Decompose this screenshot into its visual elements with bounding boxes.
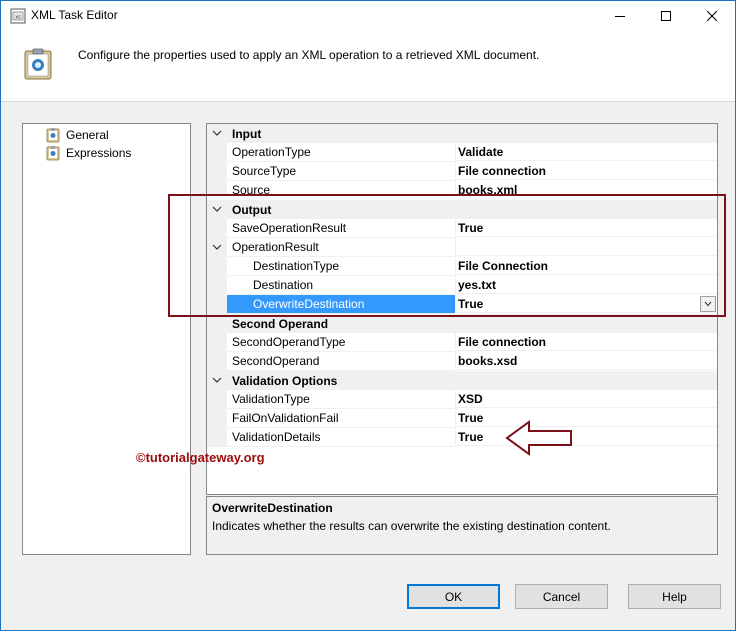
help-button[interactable]: Help xyxy=(628,584,721,609)
property-row-operation-type[interactable]: OperationType Validate xyxy=(207,143,717,162)
nav-item-label: Expressions xyxy=(66,146,132,160)
property-value[interactable]: True xyxy=(455,409,717,427)
close-icon xyxy=(706,10,718,22)
window-title: XML Task Editor xyxy=(31,8,118,22)
chevron-down-icon[interactable] xyxy=(211,374,223,386)
property-value[interactable]: books.xml xyxy=(455,181,717,194)
minimize-icon xyxy=(615,16,625,17)
title-bar: xs XML Task Editor xyxy=(1,1,735,31)
row-gutter xyxy=(207,333,227,352)
property-value[interactable]: True xyxy=(455,428,717,446)
row-gutter xyxy=(207,352,227,371)
row-gutter xyxy=(207,390,227,409)
app-icon: xs xyxy=(10,8,26,24)
expressions-page-icon xyxy=(46,146,60,161)
property-value[interactable]: File connection xyxy=(455,333,717,351)
highlight-annotation-box xyxy=(168,194,726,317)
property-value[interactable]: XSD xyxy=(455,390,717,408)
nav-item-expressions[interactable]: Expressions xyxy=(45,144,131,162)
clipboard-task-icon xyxy=(24,48,52,80)
chevron-down-icon[interactable] xyxy=(211,127,223,139)
property-row-validation-details[interactable]: ValidationDetails True xyxy=(207,428,717,447)
nav-item-label: General xyxy=(66,128,109,142)
header-description: Configure the properties used to apply a… xyxy=(78,48,540,62)
left-arrow-annotation-icon xyxy=(505,420,572,456)
description-title: OverwriteDestination xyxy=(212,501,333,515)
close-button[interactable] xyxy=(689,1,735,31)
property-name: SecondOperandType xyxy=(232,333,346,352)
property-name: SourceType xyxy=(232,162,297,181)
property-name: OperationType xyxy=(232,143,311,162)
xml-task-editor-window: xs XML Task Editor Configure the propert… xyxy=(0,0,736,631)
category-label: Input xyxy=(232,127,262,141)
maximize-icon xyxy=(661,11,671,21)
description-text: Indicates whether the results can overwr… xyxy=(212,519,611,533)
maximize-button[interactable] xyxy=(643,1,689,31)
header-area: Configure the properties used to apply a… xyxy=(1,31,735,102)
description-panel: OverwriteDestination Indicates whether t… xyxy=(206,496,718,555)
category-label: Validation Options xyxy=(232,374,338,388)
property-name: SecondOperand xyxy=(232,352,320,371)
row-gutter xyxy=(207,143,227,162)
property-name: FailOnValidationFail xyxy=(232,409,339,428)
property-row-second-operand-type[interactable]: SecondOperandType File connection xyxy=(207,333,717,352)
category-input[interactable]: Input xyxy=(207,124,717,143)
property-name: ValidationType xyxy=(232,390,310,409)
category-validation-options[interactable]: Validation Options xyxy=(207,371,717,390)
property-name: Source xyxy=(232,181,270,194)
property-value[interactable]: books.xsd xyxy=(455,352,717,370)
property-value[interactable]: Validate xyxy=(455,143,717,161)
property-row-second-operand[interactable]: SecondOperand books.xsd xyxy=(207,352,717,371)
property-row-validation-type[interactable]: ValidationType XSD xyxy=(207,390,717,409)
row-gutter xyxy=(207,409,227,428)
row-gutter xyxy=(207,181,227,194)
svg-text:xs: xs xyxy=(15,15,21,21)
watermark-text: ©tutorialgateway.org xyxy=(136,450,265,465)
property-name: ValidationDetails xyxy=(232,428,321,447)
row-gutter xyxy=(207,428,227,447)
minimize-button[interactable] xyxy=(597,1,643,31)
property-row-source[interactable]: Source books.xml xyxy=(207,181,717,194)
category-label: Second Operand xyxy=(232,317,329,331)
row-gutter xyxy=(207,162,227,181)
property-row-source-type[interactable]: SourceType File connection xyxy=(207,162,717,181)
general-page-icon xyxy=(46,128,60,143)
property-value[interactable]: File connection xyxy=(455,162,717,180)
navigation-panel: General Expressions xyxy=(22,123,191,555)
cancel-button[interactable]: Cancel xyxy=(515,584,608,609)
ok-button[interactable]: OK xyxy=(407,584,500,609)
property-row-fail-on-validation-fail[interactable]: FailOnValidationFail True xyxy=(207,409,717,428)
nav-item-general[interactable]: General xyxy=(45,126,109,144)
